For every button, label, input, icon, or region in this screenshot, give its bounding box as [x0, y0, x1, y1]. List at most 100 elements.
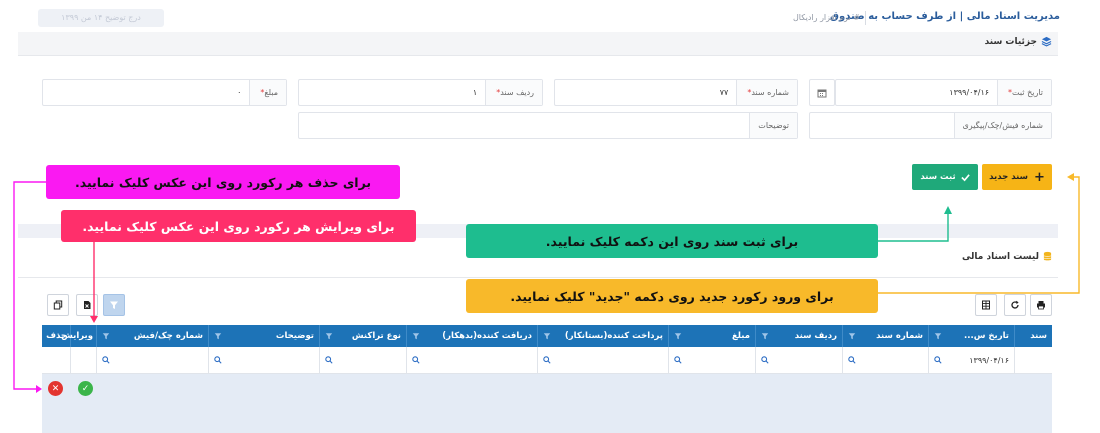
details-title-text: جزئیات سند: [984, 36, 1037, 47]
search-icon: [214, 356, 222, 364]
filter-cell-amount[interactable]: [668, 347, 755, 373]
grid-body: [42, 374, 1052, 433]
filter-cell-row[interactable]: [755, 347, 842, 373]
export-excel-button[interactable]: [76, 294, 98, 316]
amount-label: مبلغ *: [249, 80, 286, 105]
filter-cell-receipt[interactable]: [96, 347, 208, 373]
doc-number-label: شماره سند *: [736, 80, 797, 105]
search-icon: [325, 356, 333, 364]
refresh-icon: [1011, 300, 1019, 309]
list-title-text: لیست اسناد مالی: [961, 251, 1039, 262]
refresh-button[interactable]: [1004, 294, 1026, 316]
description-label: توضیحات: [749, 113, 797, 138]
new-document-label: سند جدید: [989, 172, 1028, 182]
list-section-title: لیست اسناد مالی: [962, 251, 1052, 262]
calendar-icon: [817, 89, 827, 97]
top-info-button[interactable]: درج توضیح ۱۴ من ۱۳۹۹: [38, 9, 164, 27]
search-icon: [848, 356, 856, 364]
database-icon: [1043, 251, 1052, 261]
funnel-icon: [761, 333, 769, 340]
column-header-description[interactable]: توضیحات: [208, 325, 319, 347]
callout-new: برای ورود رکورد جدید روی دکمه "جدید" کلی…: [466, 279, 878, 313]
filter-cell-edit: [70, 347, 96, 373]
date-field[interactable]: ۱۳۹۹/۰۴/۱۶ تاریخ ثبت *: [835, 79, 1052, 106]
funnel-icon: [848, 333, 856, 340]
filter-cell-doc: [1014, 347, 1052, 373]
date-value: ۱۳۹۹/۰۴/۱۶: [949, 88, 990, 97]
print-icon: [1037, 301, 1045, 310]
excel-file-icon: [84, 301, 91, 309]
title-divider: [865, 11, 866, 25]
filter-toggle-button[interactable]: [103, 294, 125, 316]
column-header-payer[interactable]: پرداخت کننده(بستانکار): [537, 325, 668, 347]
callout-save: برای ثبت سند روی این دکمه کلیک نمایید.: [466, 224, 878, 258]
search-icon: [761, 356, 769, 364]
row-number-value: ۱: [472, 88, 478, 97]
copy-button[interactable]: [47, 294, 69, 316]
amount-field[interactable]: ۰ مبلغ *: [42, 79, 287, 106]
doc-number-value: ۷۷: [719, 88, 729, 97]
filter-cell-date[interactable]: ۱۳۹۹/۰۴/۱۶: [928, 347, 1014, 373]
calendar-button[interactable]: [809, 79, 835, 106]
funnel-icon: [102, 333, 110, 340]
column-header-edit: ویرایش: [61, 325, 96, 347]
callout-edit: برای ویرایش هر رکورد روی این عکس کلیک نم…: [61, 210, 416, 242]
search-icon: [543, 356, 551, 364]
filter-cell-receiver[interactable]: [406, 347, 537, 373]
column-header-receiver[interactable]: دریافت کننده(بدهکار): [406, 325, 537, 347]
save-connector-arrow: [944, 206, 952, 214]
search-icon: [934, 356, 942, 364]
check-icon: [960, 173, 970, 181]
details-section-bar: [18, 32, 1058, 56]
page-subtitle: # نرم افزار رادیکال: [792, 13, 860, 22]
funnel-icon: [412, 333, 420, 340]
description-field[interactable]: توضیحات: [298, 112, 798, 139]
plus-icon: +: [1033, 169, 1045, 185]
columns-icon: [982, 300, 990, 310]
details-section-title: جزئیات سند: [985, 36, 1052, 47]
filter-cell-delete: [42, 347, 70, 373]
column-header-transaction-type[interactable]: نوع تراکنش: [319, 325, 406, 347]
column-header-doc[interactable]: سند: [1014, 325, 1052, 347]
column-header-doc-number[interactable]: شماره سند: [842, 325, 928, 347]
funnel-icon: [674, 333, 682, 340]
grid-header: سند تاریخ س... شماره سند ردیف سند مبلغ پ…: [42, 325, 1052, 347]
column-header-row[interactable]: ردیف سند: [755, 325, 842, 347]
column-header-date[interactable]: تاریخ س...: [928, 325, 1014, 347]
filter-cell-transaction-type[interactable]: [319, 347, 406, 373]
save-document-button[interactable]: ثبت سند: [912, 164, 978, 190]
new-connector-arrow: [1067, 173, 1074, 181]
funnel-icon: [214, 333, 222, 340]
copy-icon: [53, 300, 63, 310]
layers-icon: [1041, 36, 1052, 47]
columns-button[interactable]: [975, 294, 997, 316]
funnel-icon: [110, 301, 118, 309]
funnel-icon: [325, 333, 333, 340]
amount-value: ۰: [237, 88, 242, 97]
list-separator: [18, 277, 1058, 278]
filter-cell-payer[interactable]: [537, 347, 668, 373]
receipt-number-field[interactable]: شماره فیش/چک/پیگیری: [809, 112, 1052, 139]
edit-connector-arrow: [90, 316, 98, 323]
column-header-receipt[interactable]: شماره چک/فیش: [96, 325, 208, 347]
new-document-button[interactable]: سند جدید +: [982, 164, 1052, 190]
column-header-amount[interactable]: مبلغ: [668, 325, 755, 347]
search-icon: [412, 356, 420, 364]
save-document-label: ثبت سند: [920, 172, 956, 182]
edit-row-icon[interactable]: ✓: [78, 381, 93, 396]
print-button[interactable]: [1030, 294, 1052, 316]
delete-row-icon[interactable]: ✕: [48, 381, 63, 396]
row-number-label: ردیف سند *: [485, 80, 542, 105]
search-icon: [674, 356, 682, 364]
funnel-icon: [934, 333, 942, 340]
grid-filter-row: ۱۳۹۹/۰۴/۱۶: [42, 347, 1052, 374]
date-label: تاریخ ثبت *: [997, 80, 1051, 105]
row-number-field[interactable]: ۱ ردیف سند *: [298, 79, 543, 106]
search-icon: [102, 356, 110, 364]
doc-number-field[interactable]: ۷۷ شماره سند *: [554, 79, 798, 106]
callout-delete: برای حذف هر رکورد روی این عکس کلیک نمایی…: [46, 165, 400, 199]
receipt-number-label: شماره فیش/چک/پیگیری: [953, 113, 1051, 138]
funnel-icon: [543, 333, 551, 340]
filter-cell-doc-number[interactable]: [842, 347, 928, 373]
filter-cell-description[interactable]: [208, 347, 319, 373]
